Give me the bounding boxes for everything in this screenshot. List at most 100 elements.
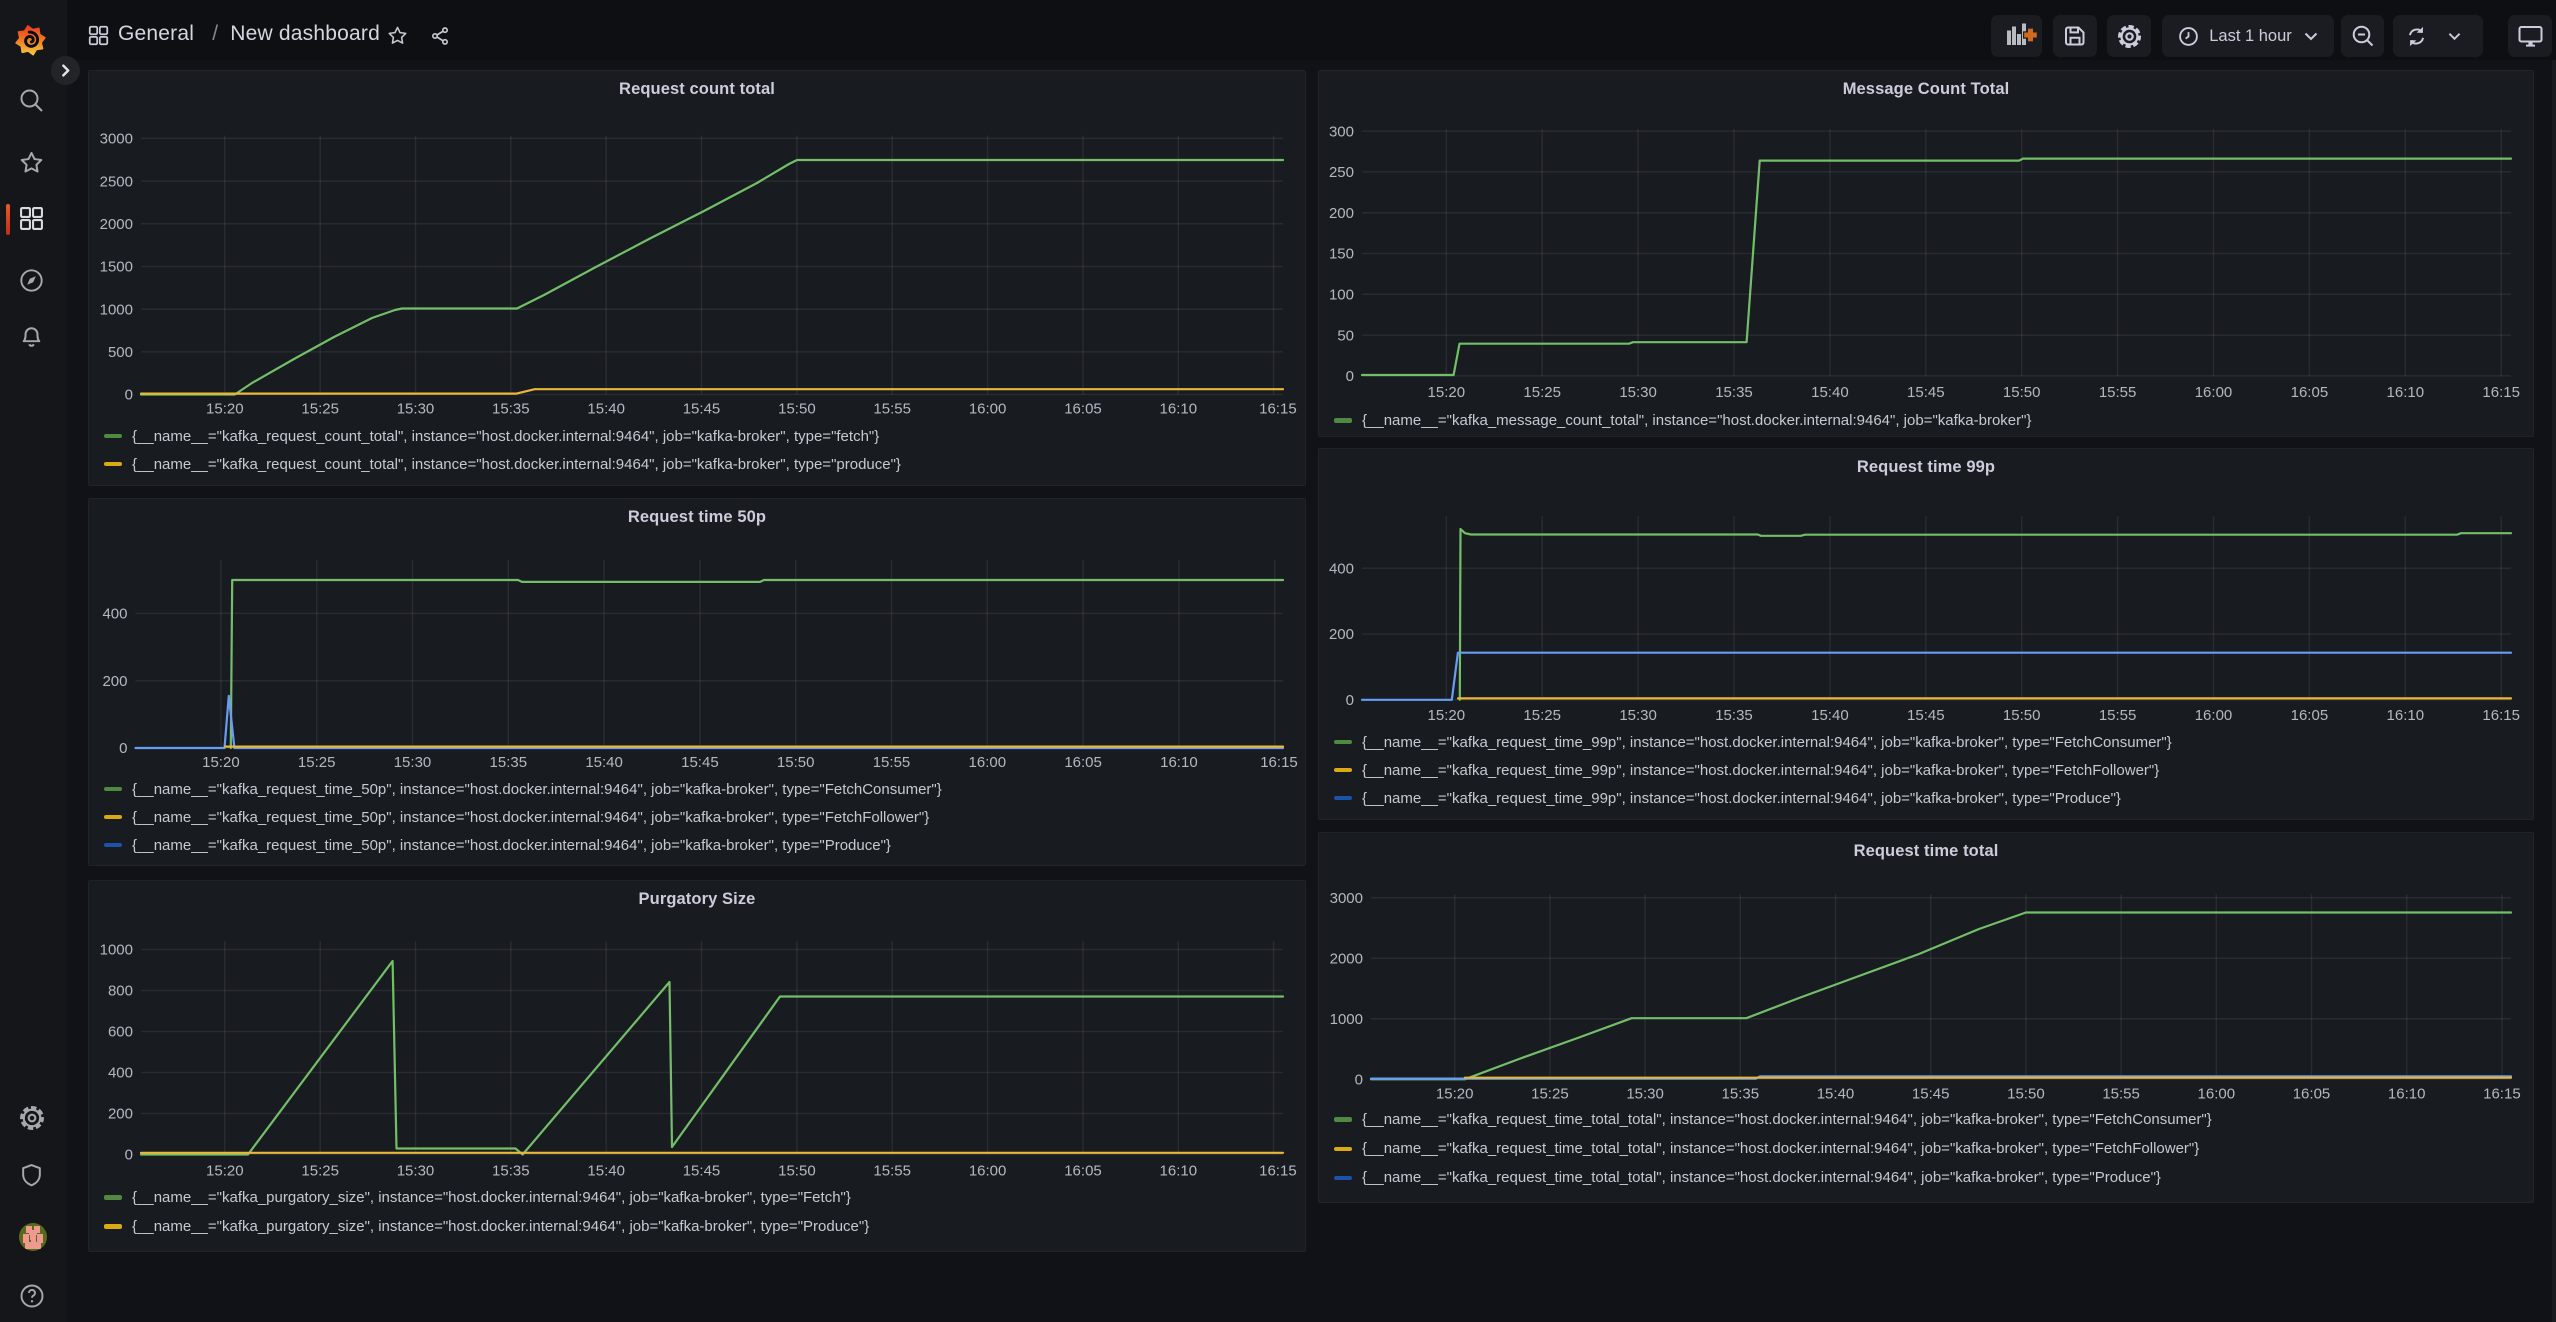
svg-text:200: 200 (1329, 626, 1354, 643)
svg-text:15:35: 15:35 (492, 401, 530, 418)
svg-text:15:45: 15:45 (683, 1163, 721, 1180)
svg-text:15:40: 15:40 (1811, 384, 1849, 401)
svg-text:15:20: 15:20 (206, 401, 244, 418)
svg-text:15:35: 15:35 (1715, 384, 1753, 401)
svg-text:16:00: 16:00 (969, 401, 1007, 418)
svg-text:15:20: 15:20 (202, 754, 240, 771)
svg-text:15:55: 15:55 (873, 754, 911, 771)
svg-text:15:45: 15:45 (1907, 384, 1945, 401)
svg-text:15:35: 15:35 (1715, 707, 1753, 724)
svg-text:16:00: 16:00 (969, 754, 1007, 771)
svg-text:15:50: 15:50 (2003, 707, 2041, 724)
svg-text:400: 400 (108, 1065, 133, 1082)
svg-text:15:55: 15:55 (2102, 1086, 2140, 1103)
svg-text:15:25: 15:25 (1523, 384, 1561, 401)
svg-text:16:05: 16:05 (2291, 384, 2329, 401)
svg-text:15:55: 15:55 (2099, 707, 2137, 724)
svg-text:16:15: 16:15 (2482, 707, 2520, 724)
svg-text:15:25: 15:25 (298, 754, 336, 771)
svg-text:250: 250 (1329, 164, 1354, 181)
svg-text:15:20: 15:20 (1428, 384, 1466, 401)
svg-text:15:50: 15:50 (777, 754, 815, 771)
svg-text:1000: 1000 (1330, 1011, 1363, 1028)
svg-text:15:30: 15:30 (1619, 384, 1657, 401)
svg-text:16:15: 16:15 (2482, 384, 2520, 401)
svg-text:16:10: 16:10 (2388, 1086, 2426, 1103)
svg-text:0: 0 (1355, 1072, 1363, 1089)
svg-text:200: 200 (108, 1106, 133, 1123)
svg-text:15:45: 15:45 (683, 401, 721, 418)
svg-text:15:45: 15:45 (681, 754, 719, 771)
svg-text:15:25: 15:25 (1523, 707, 1561, 724)
svg-text:15:25: 15:25 (1531, 1086, 1569, 1103)
svg-text:15:40: 15:40 (1811, 707, 1849, 724)
svg-text:2500: 2500 (100, 173, 133, 190)
svg-text:1000: 1000 (100, 301, 133, 318)
svg-text:16:10: 16:10 (1160, 754, 1198, 771)
svg-text:16:05: 16:05 (1064, 401, 1102, 418)
svg-text:3000: 3000 (100, 131, 133, 148)
svg-text:16:15: 16:15 (1259, 401, 1297, 418)
svg-text:1000: 1000 (100, 942, 133, 959)
svg-text:800: 800 (108, 983, 133, 1000)
svg-text:300: 300 (1329, 123, 1354, 140)
svg-text:15:25: 15:25 (301, 401, 339, 418)
svg-text:0: 0 (125, 387, 133, 404)
svg-text:15:20: 15:20 (206, 1163, 244, 1180)
svg-text:16:10: 16:10 (2387, 707, 2425, 724)
svg-text:15:45: 15:45 (1907, 707, 1945, 724)
svg-text:15:50: 15:50 (778, 401, 816, 418)
svg-text:15:40: 15:40 (585, 754, 623, 771)
svg-text:15:50: 15:50 (2003, 384, 2041, 401)
svg-text:200: 200 (1329, 205, 1354, 222)
svg-text:0: 0 (119, 740, 127, 757)
svg-text:0: 0 (1346, 368, 1354, 385)
svg-text:15:40: 15:40 (587, 1163, 625, 1180)
svg-text:400: 400 (102, 606, 127, 623)
svg-text:16:05: 16:05 (2293, 1086, 2331, 1103)
svg-text:15:35: 15:35 (1722, 1086, 1760, 1103)
svg-text:16:00: 16:00 (2195, 384, 2233, 401)
svg-text:15:30: 15:30 (397, 401, 435, 418)
svg-text:100: 100 (1329, 287, 1354, 304)
svg-text:500: 500 (108, 344, 133, 361)
svg-text:15:30: 15:30 (397, 1163, 435, 1180)
svg-text:150: 150 (1329, 246, 1354, 263)
svg-text:15:30: 15:30 (1626, 1086, 1664, 1103)
svg-text:15:20: 15:20 (1428, 707, 1466, 724)
svg-text:16:10: 16:10 (1160, 401, 1198, 418)
svg-text:16:00: 16:00 (2195, 707, 2233, 724)
svg-text:3000: 3000 (1330, 890, 1363, 907)
svg-text:16:10: 16:10 (1160, 1163, 1198, 1180)
svg-text:1500: 1500 (100, 259, 133, 276)
svg-text:15:45: 15:45 (1912, 1086, 1950, 1103)
svg-text:200: 200 (102, 673, 127, 690)
svg-text:2000: 2000 (1330, 951, 1363, 968)
svg-text:15:55: 15:55 (873, 1163, 911, 1180)
svg-text:0: 0 (1346, 692, 1354, 709)
svg-text:15:55: 15:55 (873, 401, 911, 418)
svg-text:15:30: 15:30 (394, 754, 432, 771)
svg-text:0: 0 (125, 1147, 133, 1164)
svg-text:15:50: 15:50 (2007, 1086, 2045, 1103)
svg-text:16:15: 16:15 (1260, 754, 1298, 771)
svg-text:15:40: 15:40 (587, 401, 625, 418)
svg-text:15:50: 15:50 (778, 1163, 816, 1180)
svg-text:15:30: 15:30 (1619, 707, 1657, 724)
svg-text:16:00: 16:00 (969, 1163, 1007, 1180)
svg-text:2000: 2000 (100, 216, 133, 233)
svg-text:16:10: 16:10 (2387, 384, 2425, 401)
svg-text:16:05: 16:05 (1064, 1163, 1102, 1180)
svg-text:15:20: 15:20 (1436, 1086, 1474, 1103)
svg-text:50: 50 (1337, 327, 1354, 344)
svg-text:16:15: 16:15 (1259, 1163, 1297, 1180)
svg-text:16:15: 16:15 (2483, 1086, 2521, 1103)
svg-text:16:00: 16:00 (2198, 1086, 2236, 1103)
svg-text:15:35: 15:35 (490, 754, 528, 771)
svg-text:400: 400 (1329, 560, 1354, 577)
svg-text:16:05: 16:05 (2291, 707, 2329, 724)
svg-text:15:35: 15:35 (492, 1163, 530, 1180)
svg-text:600: 600 (108, 1024, 133, 1041)
svg-text:16:05: 16:05 (1064, 754, 1102, 771)
svg-text:15:25: 15:25 (301, 1163, 339, 1180)
